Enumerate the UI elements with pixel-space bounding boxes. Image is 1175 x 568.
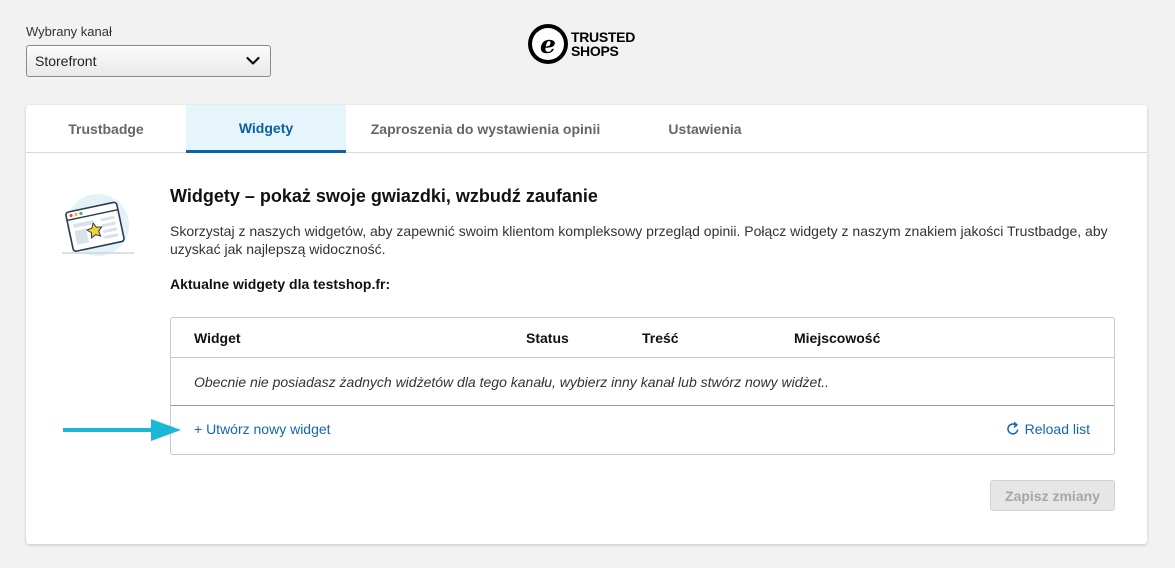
description: Skorzystaj z naszych widgetów, aby zapew… — [170, 223, 1108, 257]
trusted-shops-e-icon: e — [528, 24, 568, 64]
browser-star-illustration — [62, 194, 134, 256]
channel-label: Wybrany kanał — [26, 24, 112, 39]
channel-select[interactable]: Storefront — [26, 45, 271, 77]
reload-icon — [1006, 422, 1018, 435]
trusted-shops-logo: e TRUSTED SHOPS — [528, 24, 635, 64]
tab-widgets[interactable]: Widgety — [186, 105, 346, 153]
column-location: Miejscowość — [794, 330, 881, 346]
table-footer: + Utwórz nowy widget Reload list — [171, 406, 1114, 454]
arrow-right-icon — [63, 419, 181, 441]
column-content: Treść — [642, 330, 679, 346]
tab-trustbadge[interactable]: Trustbadge — [26, 105, 186, 153]
table-header: Widget Status Treść Miejscowość — [171, 318, 1114, 358]
column-status: Status — [526, 330, 569, 346]
create-widget-link[interactable]: + Utwórz nowy widget — [194, 421, 331, 437]
reload-list-label: Reload list — [1024, 421, 1090, 437]
tab-review-invitations[interactable]: Zaproszenia do wystawienia opinii — [346, 105, 625, 153]
column-widget: Widget — [194, 330, 241, 346]
tab-settings[interactable]: Ustawienia — [625, 105, 785, 153]
widgets-table: Widget Status Treść Miejscowość Obecnie … — [170, 317, 1115, 455]
channel-select-value: Storefront — [35, 53, 97, 69]
save-changes-button[interactable]: Zapisz zmiany — [990, 480, 1115, 511]
chevron-down-icon — [246, 56, 260, 65]
tab-bar: Trustbadge Widgety Zaproszenia do wystaw… — [26, 105, 1147, 153]
empty-state-message: Obecnie nie posiadasz żadnych widżetów d… — [171, 358, 1114, 406]
current-widgets-label: Aktualne widgety dla testshop.fr: — [170, 276, 391, 292]
reload-list-link[interactable]: Reload list — [1006, 421, 1090, 437]
logo-text: TRUSTED SHOPS — [571, 29, 636, 59]
widgets-card: Trustbadge Widgety Zaproszenia do wystaw… — [26, 105, 1147, 544]
page-title: Widgety – pokaż swoje gwiazdki, wzbudź z… — [170, 186, 598, 206]
